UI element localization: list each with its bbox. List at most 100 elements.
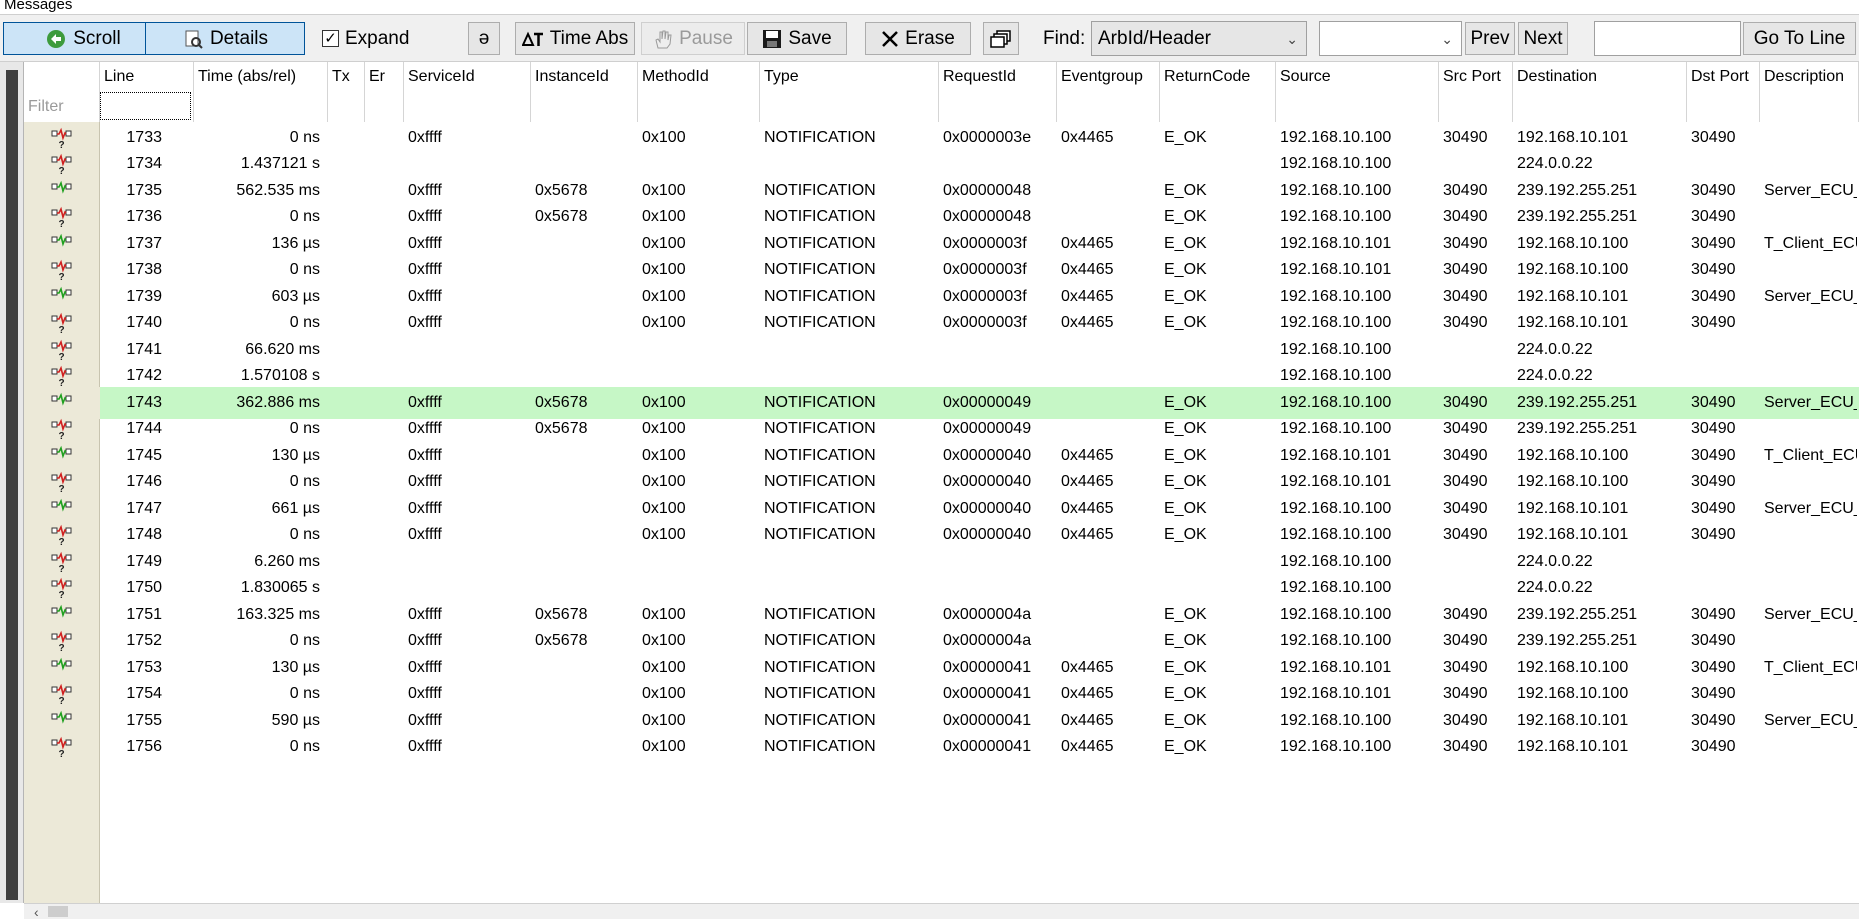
expand-checkbox[interactable]: ✓ Expand [322, 22, 409, 55]
filter-input-src-port[interactable] [1439, 91, 1513, 122]
column-header-type[interactable]: Type [760, 62, 939, 91]
table-row[interactable]: ? 1756 0 ns 0xffff 0x100 NOTIFICATION 0x000000… [24, 732, 1859, 764]
scroll-button[interactable]: Scroll [3, 22, 163, 55]
goto-line-label: Go To Line [1753, 27, 1846, 49]
column-header-return-code[interactable]: ReturnCode [1160, 62, 1276, 91]
message-unknown-icon: ? [51, 736, 72, 758]
message-unknown-icon: ? [51, 153, 72, 175]
filter-input-dst-port[interactable] [1687, 91, 1760, 122]
message-unknown-icon: ? [51, 365, 72, 387]
cell-source: 192.168.10.100 [1280, 738, 1392, 756]
filter-input-method-id[interactable] [638, 91, 760, 122]
column-header-status-icon[interactable] [24, 62, 100, 91]
filter-input-status-icon[interactable]: Filter [24, 91, 100, 122]
filter-input-type[interactable] [760, 91, 939, 122]
message-unknown-icon: ? [51, 339, 72, 361]
scroll-left-icon[interactable]: ‹ [34, 904, 39, 920]
message-unknown-icon: ? [51, 259, 72, 281]
svg-text:?: ? [59, 564, 65, 573]
expand-check-box[interactable]: ✓ [322, 30, 339, 47]
column-header-destination[interactable]: Destination [1513, 62, 1687, 91]
message-ok-icon [51, 392, 72, 406]
scroll-label: Scroll [73, 27, 121, 49]
column-header-method-id[interactable]: MethodId [638, 62, 760, 91]
filter-input-eventgroup[interactable] [1057, 91, 1160, 122]
cell-eventgroup: 0x4465 [1061, 738, 1114, 756]
pause-label: Pause [679, 27, 733, 49]
svg-text:?: ? [59, 272, 65, 281]
filter-focus [100, 92, 191, 120]
find-text-combo[interactable]: ⌄ [1319, 21, 1462, 56]
details-button[interactable]: Details [145, 22, 305, 55]
column-header-line[interactable]: Line [100, 62, 194, 91]
horizontal-scrollbar[interactable]: ‹ [24, 903, 1859, 920]
erase-button[interactable]: Erase [865, 22, 971, 55]
cell-method-id: 0x100 [642, 738, 686, 756]
time-abs-button[interactable]: Time Abs [515, 22, 635, 55]
next-label: Next [1523, 27, 1563, 49]
column-header-request-id[interactable]: RequestId [939, 62, 1057, 91]
svg-text:?: ? [59, 325, 65, 334]
filter-symbol-icon: ə [478, 27, 490, 49]
column-header-er[interactable]: Er [365, 62, 404, 91]
save-button[interactable]: Save [747, 22, 847, 55]
column-header-source[interactable]: Source [1276, 62, 1439, 91]
windows-button[interactable] [983, 22, 1019, 55]
message-ok-icon [51, 286, 72, 300]
cell-request-id: 0x00000041 [943, 738, 1032, 756]
delta-time-icon [521, 31, 543, 46]
column-header-dst-port[interactable]: Dst Port [1687, 62, 1760, 91]
column-header-tx[interactable]: Tx [328, 62, 365, 91]
message-ok-icon [51, 445, 72, 459]
window-title: Messages [4, 0, 73, 13]
horizontal-scroll-thumb[interactable] [48, 906, 68, 917]
svg-text:?: ? [59, 590, 65, 599]
filter-input-destination[interactable] [1513, 91, 1687, 122]
column-header-description[interactable]: Description [1760, 62, 1859, 91]
messages-grid: Line Time (abs/rel) Tx Er ServiceId InstanceI… [0, 62, 1859, 903]
message-unknown-icon: ? [51, 312, 72, 334]
filter-input-time[interactable] [194, 91, 328, 122]
filter-input-description[interactable] [1760, 91, 1859, 122]
column-header-eventgroup[interactable]: Eventgroup [1057, 62, 1160, 91]
find-field-select[interactable]: ArbId/Header ⌄ [1091, 21, 1307, 56]
svg-text:?: ? [59, 537, 65, 546]
column-header-src-port[interactable]: Src Port [1439, 62, 1513, 91]
prev-label: Prev [1470, 27, 1510, 49]
message-unknown-icon: ? [51, 683, 72, 705]
next-button[interactable]: Next [1518, 22, 1568, 55]
scroll-thumb[interactable] [6, 70, 18, 900]
prev-button[interactable]: Prev [1465, 22, 1515, 55]
scroll-icon [47, 29, 66, 48]
svg-text:?: ? [59, 352, 65, 361]
message-ok-icon [51, 604, 72, 618]
pause-button[interactable]: Pause [641, 22, 745, 55]
column-header-time[interactable]: Time (abs/rel) [194, 62, 328, 91]
find-field-value: ArbId/Header [1098, 27, 1212, 49]
column-header-service-id[interactable]: ServiceId [404, 62, 531, 91]
filter-input-request-id[interactable] [939, 91, 1057, 122]
cell-return-code: E_OK [1164, 738, 1207, 756]
goto-line-input[interactable] [1594, 21, 1741, 56]
details-icon [185, 30, 203, 49]
save-label: Save [788, 27, 832, 49]
message-ok-icon [51, 180, 72, 194]
filter-input-tx[interactable] [328, 91, 365, 122]
message-unknown-icon: ? [51, 418, 72, 440]
filter-input-source[interactable] [1276, 91, 1439, 122]
chevron-down-icon: ⌄ [1286, 31, 1298, 47]
filter-input-er[interactable] [365, 91, 404, 122]
filter-input-instance-id[interactable] [531, 91, 638, 122]
column-header-instance-id[interactable]: InstanceId [531, 62, 638, 91]
cell-instance-id [535, 732, 636, 764]
filter-input-service-id[interactable] [404, 91, 531, 122]
hand-icon [655, 30, 672, 48]
vertical-scrollbar[interactable] [0, 62, 24, 903]
message-unknown-icon: ? [51, 551, 72, 573]
goto-line-button[interactable]: Go To Line [1743, 22, 1856, 55]
svg-text:?: ? [59, 378, 65, 387]
filter-input-return-code[interactable] [1160, 91, 1276, 122]
message-unknown-icon: ? [51, 524, 72, 546]
filter-symbol-button[interactable]: ə [468, 22, 500, 55]
cell-description [1764, 732, 1857, 764]
